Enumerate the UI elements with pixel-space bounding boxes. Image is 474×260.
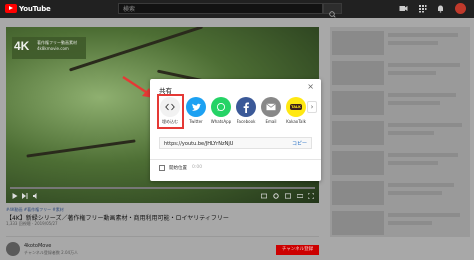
video-frame-branch (26, 139, 136, 158)
youtube-play-icon (5, 4, 17, 13)
recommendation-title[interactable] (388, 213, 460, 217)
embed-highlight-box (157, 94, 184, 129)
youtube-logo[interactable]: YouTube (5, 3, 51, 14)
share-label: KakaoTalk (286, 119, 306, 124)
recommendation-thumbnail[interactable] (332, 181, 384, 205)
twitter-icon (186, 97, 206, 117)
chevron-right-icon[interactable]: › (307, 101, 317, 113)
email-icon (261, 97, 281, 117)
share-label: Twitter (189, 119, 203, 124)
channel-name[interactable]: 4kotoMove (24, 243, 51, 249)
divider (150, 159, 321, 160)
volume-icon[interactable] (33, 193, 40, 199)
share-whatsapp-button[interactable]: WhatsApp (209, 97, 233, 124)
player-controls (6, 189, 319, 203)
recommendation-title[interactable] (388, 153, 458, 157)
divider (6, 236, 319, 237)
share-label: Facebook (236, 119, 256, 124)
share-url[interactable]: https://youtu.be/JHLYrNzNjU (164, 141, 233, 147)
fullscreen-icon[interactable] (308, 193, 314, 199)
copy-button[interactable]: コピー (292, 140, 307, 147)
play-icon[interactable] (12, 193, 18, 199)
recommendation-thumbnail[interactable] (332, 31, 384, 55)
recommendation-meta (388, 131, 434, 135)
recommendation-thumbnail[interactable] (332, 151, 384, 175)
start-at-label: 開始位置 (169, 166, 187, 171)
share-kakaotalk-button[interactable]: TALK KakaoTalk (284, 97, 308, 124)
recommendation-meta (388, 161, 438, 165)
recommendation-meta (388, 41, 438, 45)
start-at-checkbox[interactable] (159, 165, 165, 171)
create-video-icon[interactable] (399, 4, 408, 13)
theater-mode-icon[interactable] (297, 193, 303, 199)
channel-avatar[interactable] (6, 242, 20, 256)
top-bar: YouTube 検索 (0, 0, 474, 18)
notifications-icon[interactable] (436, 4, 445, 13)
subscriber-count: チャンネル登録者数 2.04万人 (24, 250, 79, 255)
video-stats: 1,333 回視聴 · 2019/05/27 (6, 221, 58, 226)
watermark-text: 著作権フリー動画素材 4k8kmovie.com (37, 40, 77, 51)
kakaotalk-icon: TALK (286, 97, 306, 117)
avatar[interactable] (455, 3, 466, 14)
recommendation-meta (388, 71, 436, 75)
recommendation-thumbnail[interactable] (332, 121, 384, 145)
settings-gear-icon[interactable] (273, 193, 279, 199)
apps-icon[interactable] (418, 4, 427, 13)
recommendation-meta (388, 101, 440, 105)
next-icon[interactable] (22, 193, 28, 199)
miniplayer-icon[interactable] (285, 193, 291, 199)
recommendation-title[interactable] (388, 63, 460, 67)
recommendation-thumbnail[interactable] (332, 91, 384, 115)
recommendation-title[interactable] (388, 93, 456, 97)
share-dialog: 共有 × 埋め込む Twitter WhatsApp Facebook Emai… (150, 79, 321, 181)
whatsapp-icon (211, 97, 231, 117)
recommendation-title[interactable] (388, 33, 458, 37)
recommendation-thumbnail[interactable] (332, 61, 384, 85)
video-frame-branch (68, 27, 204, 72)
kakaotalk-badge: TALK (289, 104, 303, 110)
logo-text: YouTube (19, 4, 51, 13)
subscribe-button[interactable]: チャンネル登録 (276, 245, 319, 255)
recommendation-meta (388, 191, 442, 195)
subtitles-icon[interactable] (261, 193, 267, 199)
share-twitter-button[interactable]: Twitter (184, 97, 208, 124)
recommendations-sidebar (330, 27, 470, 237)
share-label: Email (265, 119, 277, 124)
share-email-button[interactable]: Email (259, 97, 283, 124)
close-icon[interactable]: × (307, 83, 314, 91)
share-label: WhatsApp (210, 119, 232, 124)
search-input[interactable]: 検索 (118, 3, 323, 14)
recommendation-meta (388, 221, 432, 225)
watermark-4k: 4K (14, 39, 30, 53)
search-button[interactable] (323, 3, 342, 18)
start-at-time-input[interactable]: 0:00 (192, 165, 202, 170)
share-url-field[interactable]: https://youtu.be/JHLYrNzNjU コピー (159, 137, 312, 149)
recommendation-thumbnail[interactable] (332, 211, 384, 235)
channel-watermark: 4K 著作権フリー動画素材 4k8kmovie.com (12, 37, 86, 59)
facebook-icon (236, 97, 256, 117)
recommendation-title[interactable] (388, 123, 462, 127)
share-facebook-button[interactable]: Facebook (234, 97, 258, 124)
recommendation-title[interactable] (388, 183, 454, 187)
